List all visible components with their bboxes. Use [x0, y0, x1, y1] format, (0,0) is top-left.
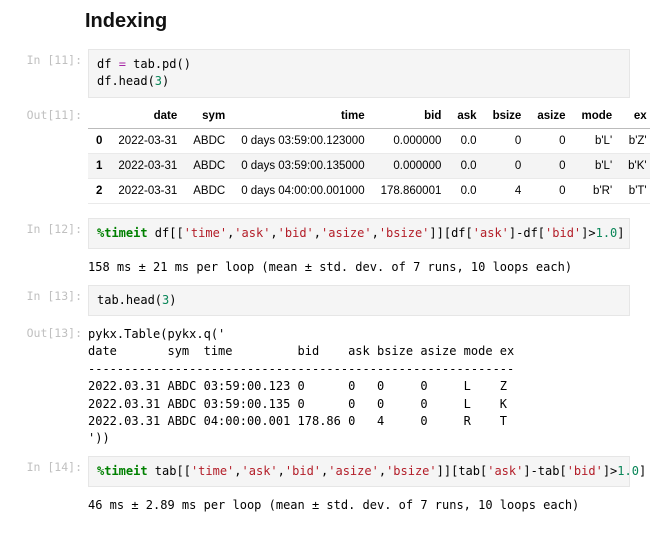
cell-input-13: In [13]: tab.head(3): [20, 285, 630, 316]
col-time: time: [233, 104, 372, 129]
col-date: date: [110, 104, 185, 129]
prompt-out-13: Out[13]:: [20, 322, 88, 340]
section-heading: Indexing: [20, 10, 630, 33]
col-bsize: bsize: [485, 104, 530, 129]
code-block-11: df = tab.pd() df.head(3): [88, 49, 630, 98]
prompt-in-14: In [14]:: [20, 456, 88, 474]
cell-output-11: Out[11]: date sym time bid ask bsize asi…: [20, 104, 630, 204]
col-sym: sym: [185, 104, 233, 129]
table-row: 1 2022-03-31 ABDC 0 days 03:59:00.135000…: [88, 153, 650, 178]
col-index: [88, 104, 110, 129]
prompt-in-12: In [12]:: [20, 218, 88, 236]
prompt-out-11: Out[11]:: [20, 104, 88, 122]
table-row: 0 2022-03-31 ABDC 0 days 03:59:00.123000…: [88, 128, 650, 153]
timing-result-12: 158 ms ± 21 ms per loop (mean ± std. dev…: [88, 255, 630, 278]
cell-input-14: In [14]: %timeit tab[['time','ask','bid'…: [20, 456, 630, 487]
cell-output-14: Out[14]: 46 ms ± 2.89 ms per loop (mean …: [20, 493, 630, 516]
code-block-14: %timeit tab[['time','ask','bid','asize',…: [88, 456, 630, 487]
col-bid: bid: [373, 104, 450, 129]
cell-output-13: Out[13]: pykx.Table(pykx.q(' date sym ti…: [20, 322, 630, 450]
timing-result-14: 46 ms ± 2.89 ms per loop (mean ± std. de…: [88, 493, 630, 516]
cell-input-11: In [11]: df = tab.pd() df.head(3): [20, 49, 630, 98]
pykx-output: pykx.Table(pykx.q(' date sym time bid as…: [88, 322, 630, 450]
col-asize: asize: [529, 104, 573, 129]
cell-output-12: Out[12]: 158 ms ± 21 ms per loop (mean ±…: [20, 255, 630, 278]
code-block-12: %timeit df[['time','ask','bid','asize','…: [88, 218, 630, 249]
code-block-13: tab.head(3): [88, 285, 630, 316]
col-mode: mode: [573, 104, 620, 129]
prompt-in-11: In [11]:: [20, 49, 88, 67]
dataframe-table: date sym time bid ask bsize asize mode e…: [88, 104, 650, 204]
cell-input-12: In [12]: %timeit df[['time','ask','bid',…: [20, 218, 630, 249]
table-row: 2 2022-03-31 ABDC 0 days 04:00:00.001000…: [88, 178, 650, 203]
prompt-in-13: In [13]:: [20, 285, 88, 303]
col-ex: ex: [620, 104, 650, 129]
col-ask: ask: [449, 104, 484, 129]
